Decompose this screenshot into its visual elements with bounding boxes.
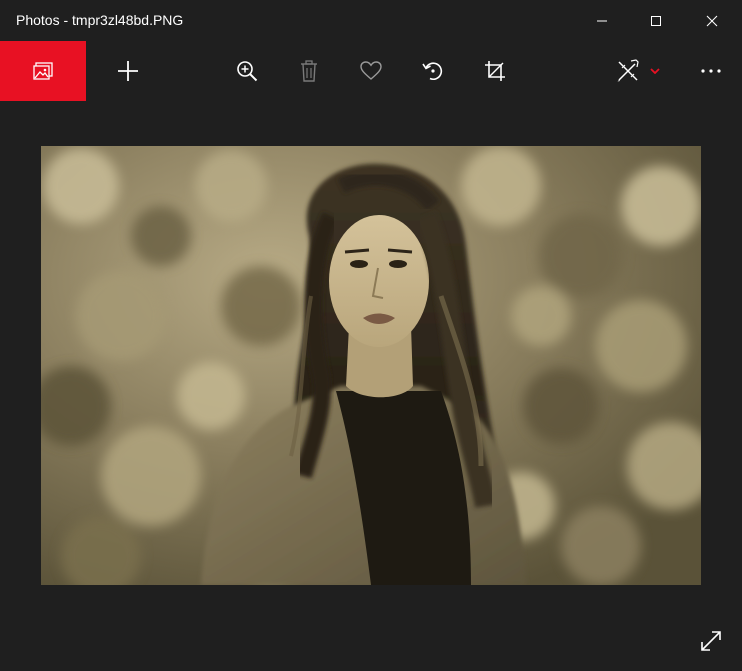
edit-dropdown-button[interactable] bbox=[645, 41, 665, 101]
maximize-button[interactable] bbox=[628, 0, 684, 41]
photos-app-window: Photos - tmpr3zl48bd.PNG bbox=[0, 0, 742, 671]
photo-image bbox=[41, 146, 701, 585]
photo-viewer-image[interactable] bbox=[41, 146, 701, 585]
expand-icon bbox=[701, 631, 721, 651]
minimize-icon bbox=[597, 20, 607, 21]
more-icon bbox=[701, 69, 721, 73]
fullscreen-button[interactable] bbox=[690, 620, 732, 662]
title-bar: Photos - tmpr3zl48bd.PNG bbox=[0, 0, 742, 41]
favorite-button[interactable] bbox=[346, 41, 396, 101]
close-button[interactable] bbox=[684, 0, 740, 41]
heart-icon bbox=[360, 61, 382, 80]
edit-create-icon bbox=[617, 59, 639, 82]
toolbar bbox=[0, 41, 742, 101]
close-icon bbox=[706, 15, 718, 26]
trash-icon bbox=[301, 60, 317, 82]
rotate-icon bbox=[422, 62, 443, 80]
crop-icon bbox=[485, 61, 505, 81]
window-title: Photos - tmpr3zl48bd.PNG bbox=[16, 12, 184, 28]
rotate-button[interactable] bbox=[408, 41, 458, 101]
zoom-button[interactable] bbox=[222, 41, 272, 101]
zoom-in-icon bbox=[237, 61, 258, 82]
crop-button[interactable] bbox=[470, 41, 520, 101]
plus-icon bbox=[118, 61, 138, 81]
more-options-button[interactable] bbox=[686, 41, 736, 101]
add-button[interactable] bbox=[103, 41, 153, 101]
chevron-down-icon bbox=[650, 68, 660, 74]
maximize-icon bbox=[651, 15, 661, 26]
collection-button[interactable] bbox=[0, 41, 86, 101]
minimize-button[interactable] bbox=[574, 0, 630, 41]
delete-button[interactable] bbox=[284, 41, 334, 101]
photo-collection-icon bbox=[33, 62, 53, 80]
